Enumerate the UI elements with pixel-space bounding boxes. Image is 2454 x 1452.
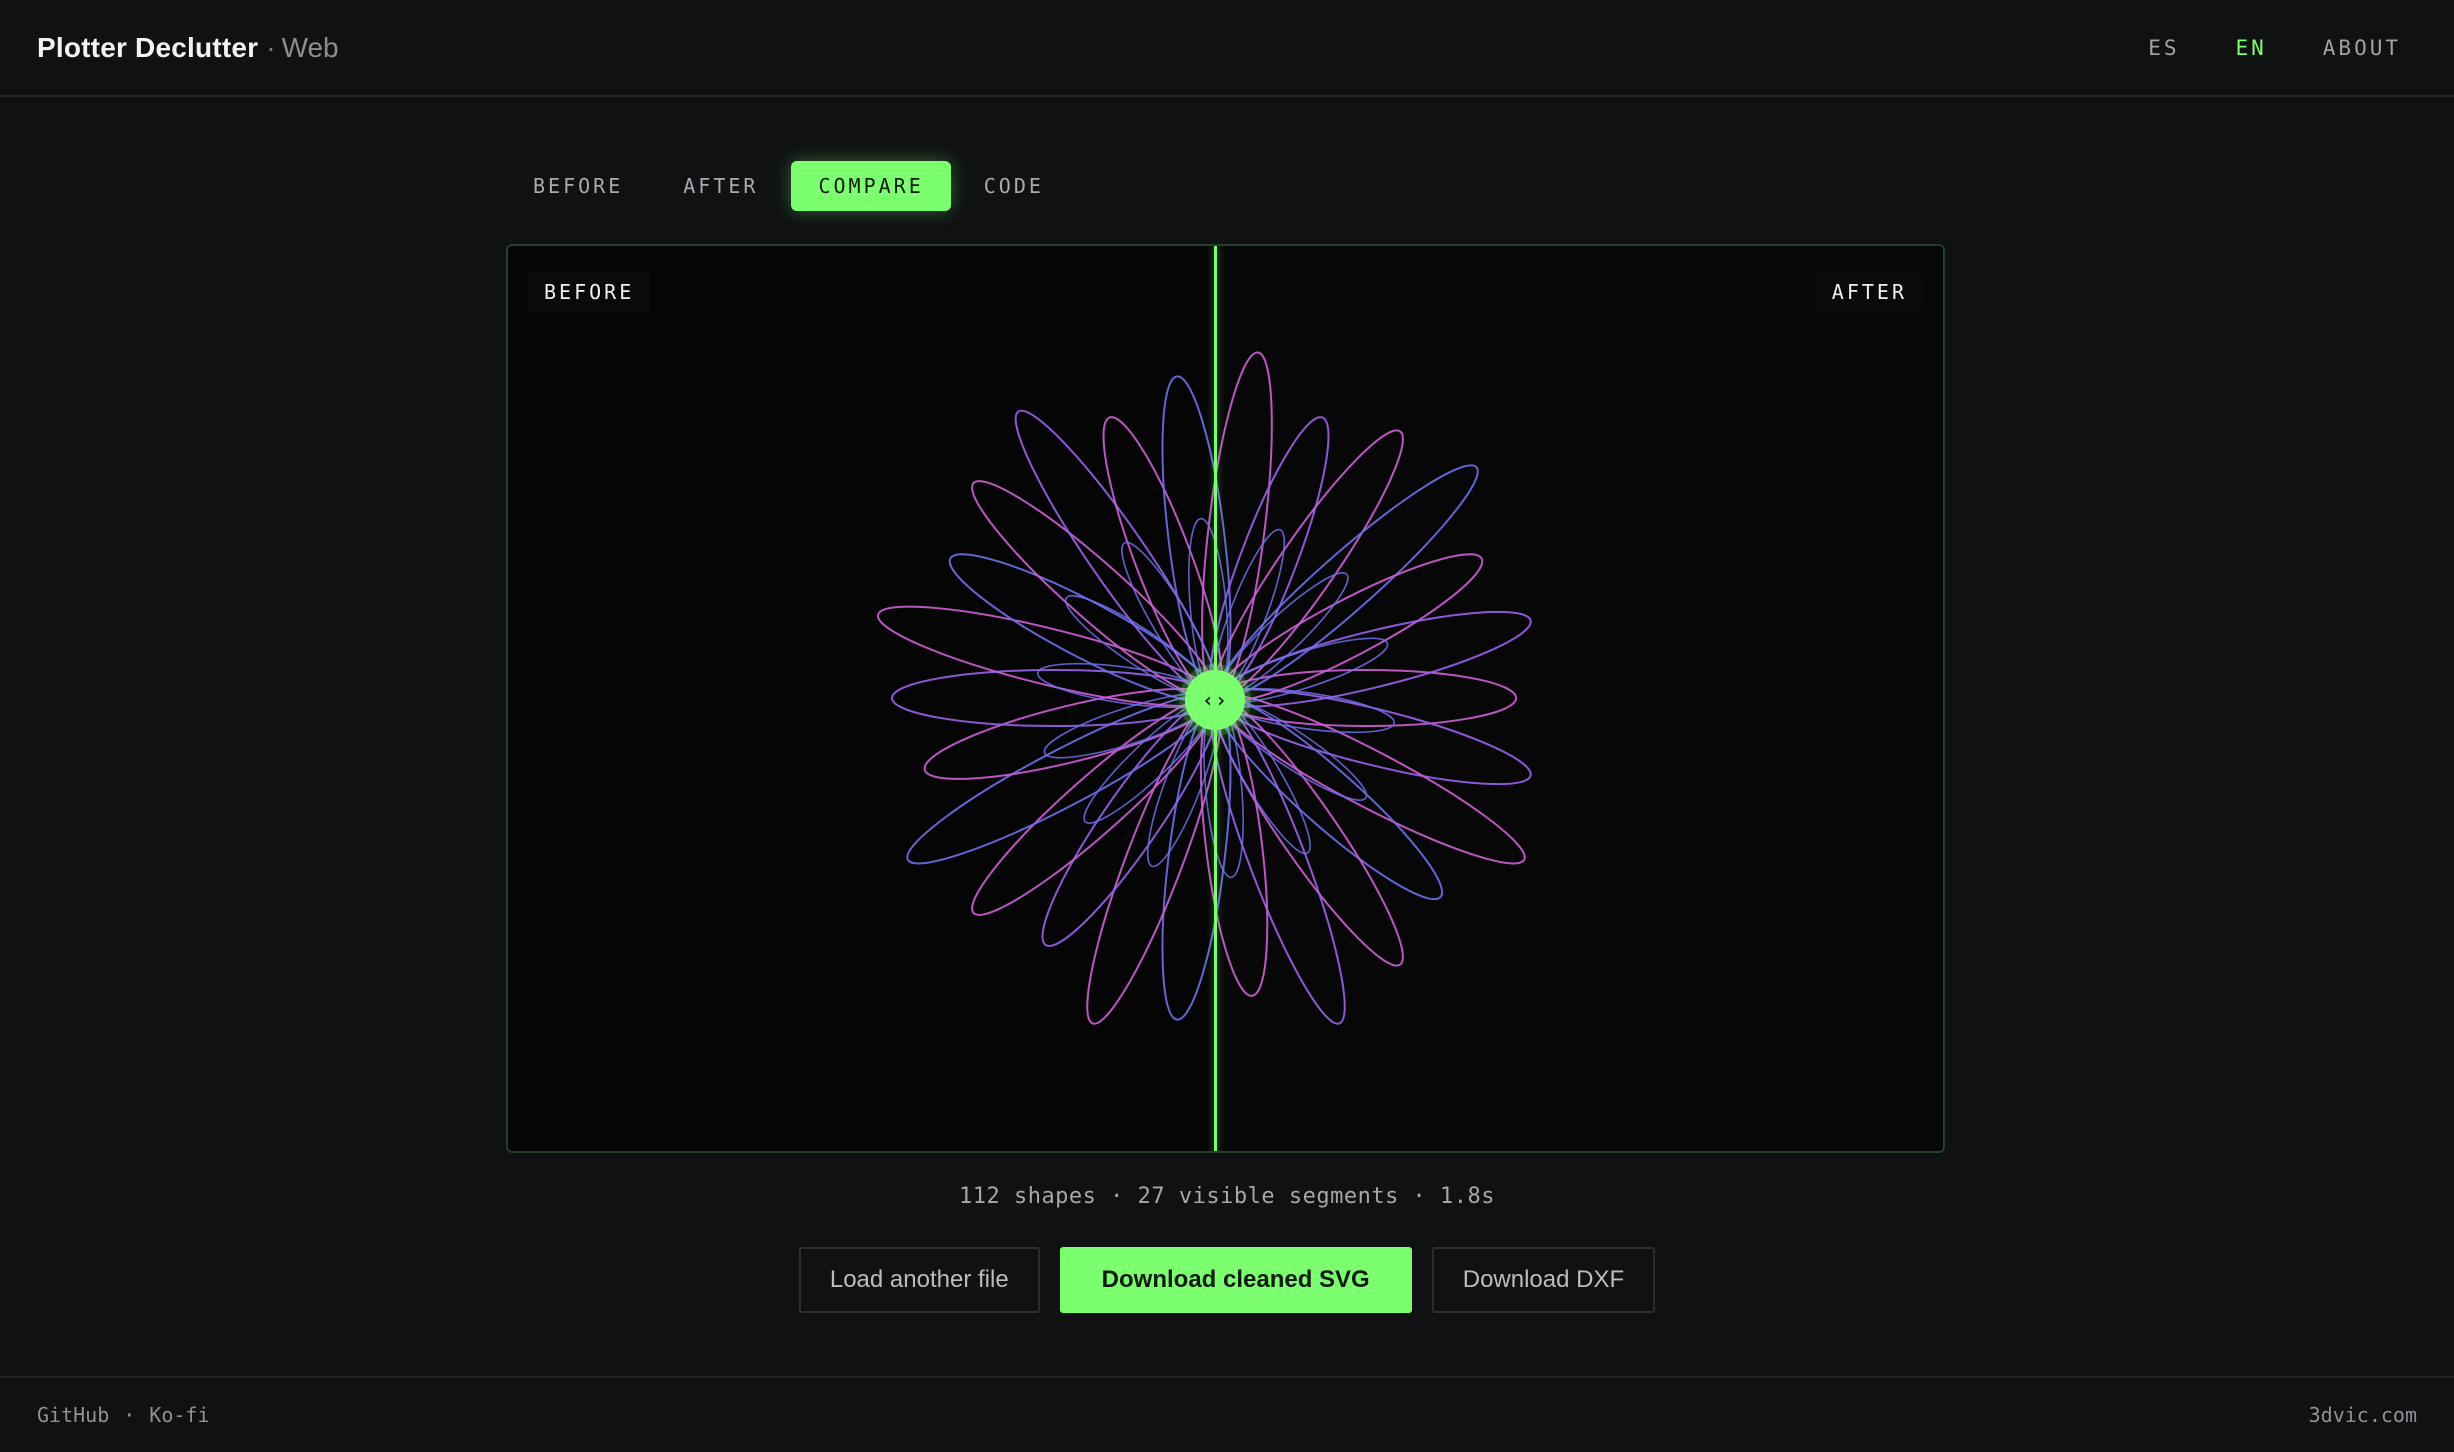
github-link[interactable]: GitHub — [37, 1403, 109, 1427]
top-bar: Plotter Declutter · Web ES EN ABOUT — [0, 0, 2454, 97]
brand-separator: · — [266, 31, 276, 63]
tab-code[interactable]: CODE — [957, 161, 1071, 211]
brand-suffix: Web — [281, 31, 339, 63]
brand-name: Plotter Declutter — [37, 31, 259, 63]
footer: GitHub · Ko-fi 3dvic.com — [0, 1376, 2454, 1452]
flower-petal — [1215, 669, 1517, 727]
footer-separator: · — [123, 1403, 136, 1427]
about-link[interactable]: ABOUT — [2295, 36, 2417, 60]
processing-stats: 112 shapes · 27 visible segments · 1.8s — [958, 1184, 1496, 1209]
after-label: AFTER — [1815, 272, 1923, 312]
tab-after[interactable]: AFTER — [656, 161, 785, 211]
flower-petal — [891, 669, 1217, 727]
tab-compare[interactable]: COMPARE — [791, 161, 951, 211]
flower-petal — [876, 605, 1218, 708]
app-root: Plotter Declutter · Web ES EN ABOUT BEFO… — [0, 0, 2454, 1452]
top-nav: ES EN ABOUT — [2120, 36, 2417, 60]
load-file-button[interactable]: Load another file — [798, 1247, 1040, 1313]
flower-petal — [1201, 351, 1273, 700]
lang-es-link[interactable]: ES — [2120, 36, 2207, 60]
footer-links: GitHub · Ko-fi — [37, 1403, 210, 1427]
download-dxf-button[interactable]: Download DXF — [1431, 1247, 1656, 1313]
lang-en-link[interactable]: EN — [2207, 36, 2294, 60]
view-tabs: BEFORE AFTER COMPARE CODE — [506, 161, 1071, 211]
download-svg-button[interactable]: Download cleaned SVG — [1059, 1247, 1412, 1313]
site-link[interactable]: 3dvic.com — [2309, 1403, 2417, 1427]
tab-before[interactable]: BEFORE — [506, 161, 650, 211]
compare-viewer[interactable]: BEFORE AFTER ‹› — [506, 244, 1945, 1153]
compare-slider-handle[interactable]: ‹› — [1185, 670, 1245, 730]
brand[interactable]: Plotter Declutter · Web — [37, 32, 339, 64]
action-buttons: Load another file Download cleaned SVG D… — [0, 1247, 2454, 1313]
chevrons-left-right-icon: ‹› — [1201, 688, 1229, 712]
kofi-link[interactable]: Ko-fi — [149, 1403, 209, 1427]
before-label: BEFORE — [528, 272, 651, 312]
